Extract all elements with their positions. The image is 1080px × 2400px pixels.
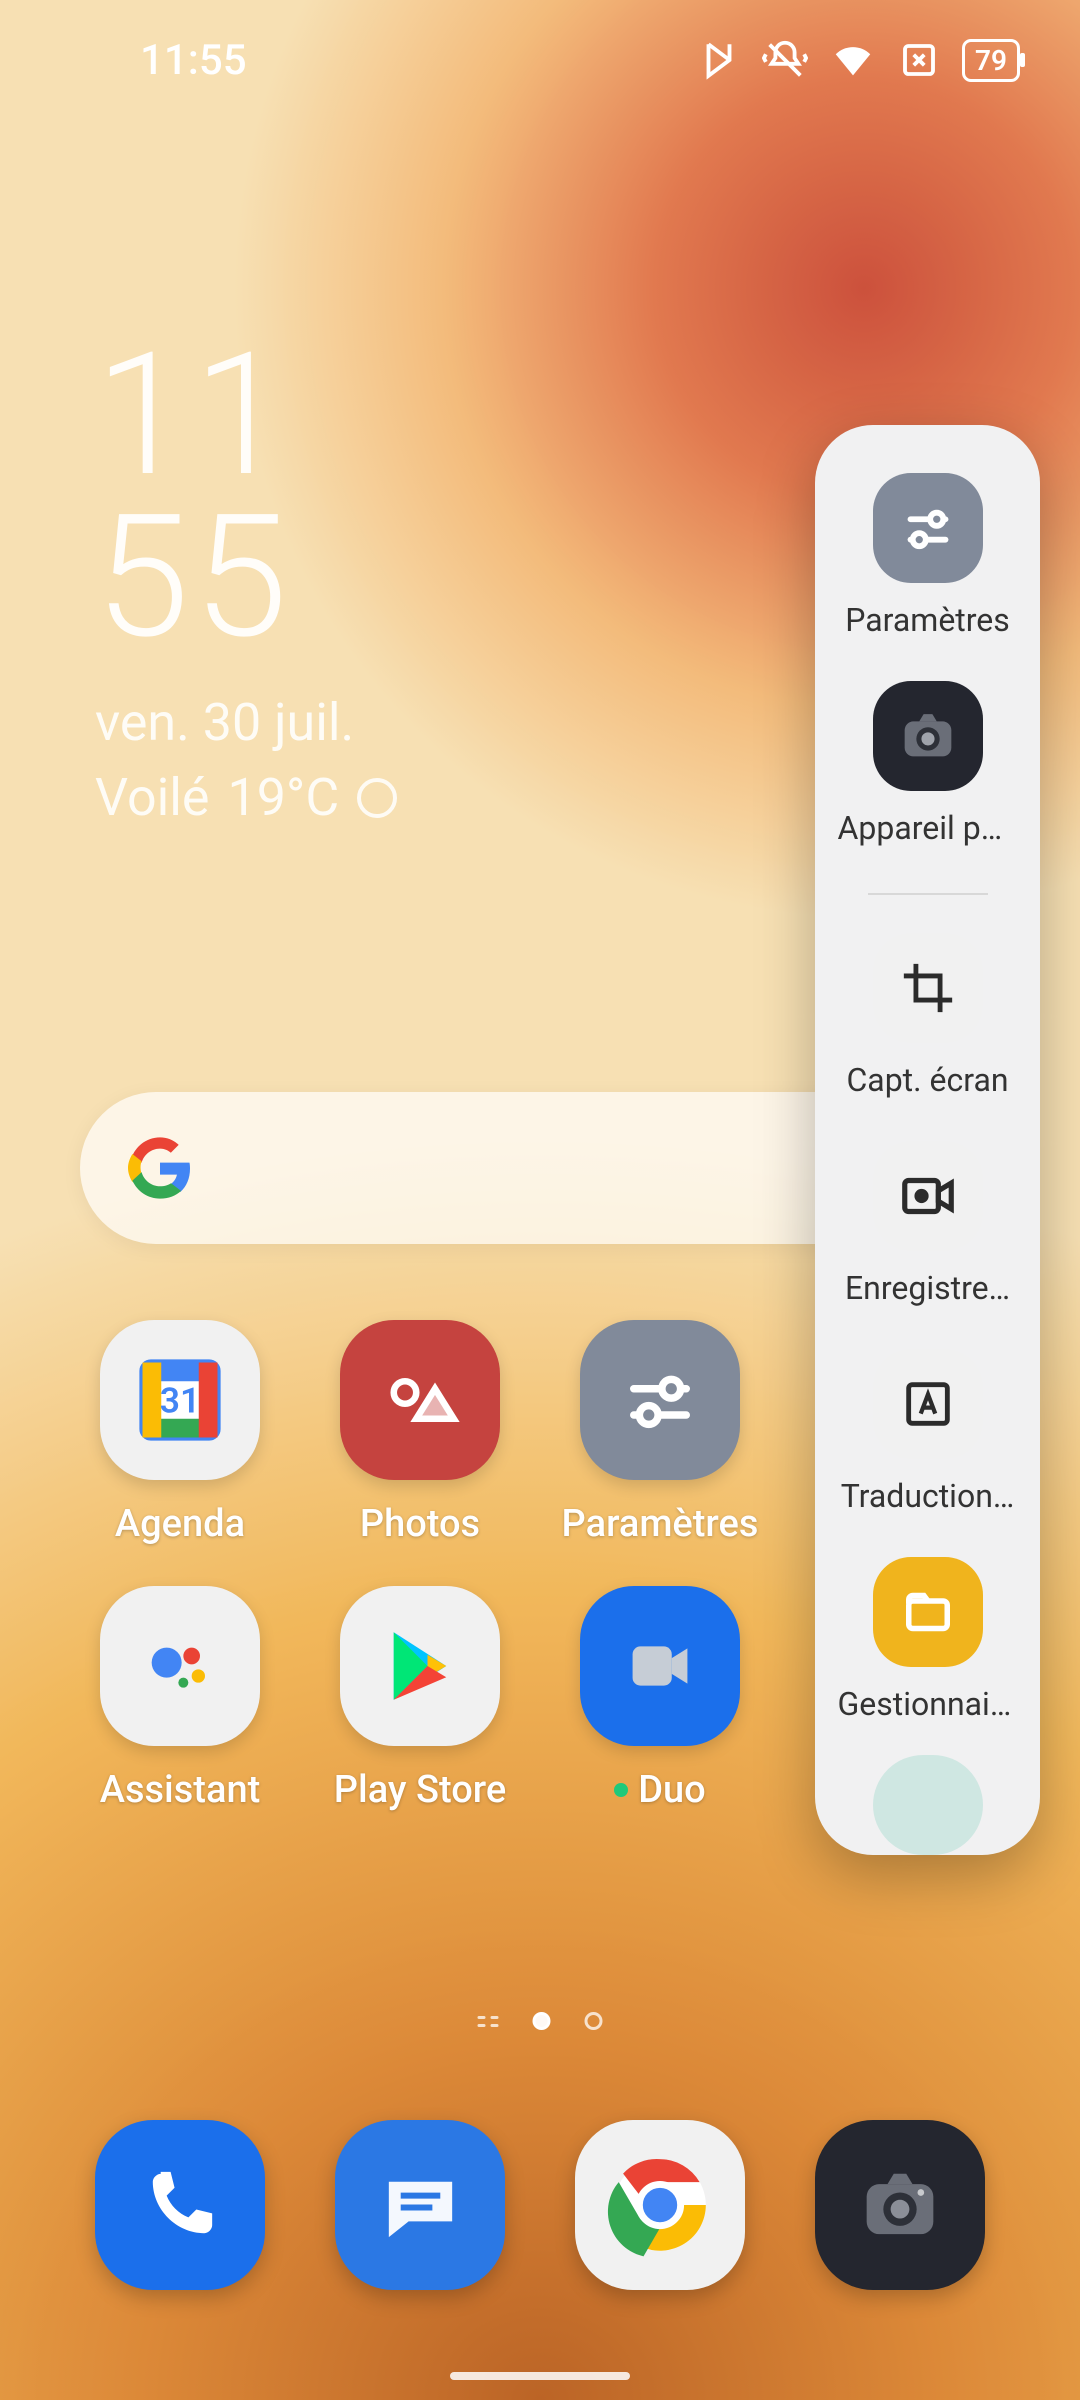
clock-widget[interactable]: 11 55 ven. 30 juil. Voilé 19°C xyxy=(95,335,397,828)
wifi-icon xyxy=(830,37,876,83)
smart-sidebar[interactable]: Paramètres Appareil ph… Capt. écran Enre… xyxy=(815,425,1040,1855)
dock-messages[interactable] xyxy=(300,2120,540,2320)
app-label: Photos xyxy=(360,1502,480,1546)
calendar-icon: 31 xyxy=(100,1320,260,1480)
files-icon xyxy=(873,1557,983,1667)
phone-icon xyxy=(95,2120,265,2290)
photos-icon xyxy=(340,1320,500,1480)
record-icon xyxy=(873,1141,983,1251)
dock-camera[interactable] xyxy=(780,2120,1020,2320)
page-dot[interactable] xyxy=(585,2012,603,2030)
sidebar-item-filemanager[interactable]: Gestionnair… xyxy=(815,1557,1040,1723)
duo-icon xyxy=(580,1586,740,1746)
sidebar-item-label: Appareil ph… xyxy=(838,809,1018,847)
page-dot-active[interactable] xyxy=(533,2012,551,2030)
clock-date: ven. 30 juil. xyxy=(95,692,397,753)
sidebar-item-label: Enregistre… xyxy=(845,1269,1010,1307)
clock-weather[interactable]: Voilé 19°C xyxy=(95,767,397,828)
settings-icon xyxy=(873,473,983,583)
sidebar-item-translation[interactable]: Traduction… xyxy=(815,1349,1040,1515)
dock-phone[interactable] xyxy=(60,2120,300,2320)
sidebar-item-camera[interactable]: Appareil ph… xyxy=(815,681,1040,847)
svg-text:31: 31 xyxy=(160,1380,200,1422)
app-agenda[interactable]: 31 Agenda xyxy=(60,1320,300,1546)
app-settings[interactable]: Paramètres xyxy=(540,1320,780,1546)
crop-icon xyxy=(873,933,983,1043)
camera-icon xyxy=(815,2120,985,2290)
sidebar-item-label: Capt. écran xyxy=(846,1061,1008,1099)
weather-sun-icon xyxy=(357,778,397,818)
clock-hours: 11 xyxy=(95,335,397,497)
sidebar-item-peek[interactable] xyxy=(873,1755,983,1855)
app-label: Assistant xyxy=(100,1768,261,1812)
chrome-icon xyxy=(575,2120,745,2290)
sidebar-item-label: Gestionnair… xyxy=(838,1685,1018,1723)
play-store-icon xyxy=(340,1586,500,1746)
camera-icon xyxy=(873,681,983,791)
app-drawer-indicator-icon[interactable] xyxy=(478,2016,499,2027)
notification-dot-icon xyxy=(614,1783,628,1797)
sidebar-item-label: Traduction… xyxy=(841,1477,1015,1515)
vibrate-icon xyxy=(762,37,808,83)
dock-chrome[interactable] xyxy=(540,2120,780,2320)
translate-icon xyxy=(873,1349,983,1459)
app-duo[interactable]: Duo xyxy=(540,1586,780,1812)
app-photos[interactable]: Photos xyxy=(300,1320,540,1546)
clock-minutes: 55 xyxy=(95,497,397,659)
no-sim-icon xyxy=(898,39,940,81)
messages-icon xyxy=(335,2120,505,2290)
nfc-icon xyxy=(698,39,740,81)
status-icons: 79 xyxy=(698,37,1020,83)
settings-icon xyxy=(580,1320,740,1480)
status-bar: 11:55 79 xyxy=(0,0,1080,120)
app-label: Agenda xyxy=(115,1502,245,1546)
assistant-icon xyxy=(100,1586,260,1746)
status-time: 11:55 xyxy=(140,36,247,85)
sidebar-divider xyxy=(868,893,988,895)
sidebar-item-screenshot[interactable]: Capt. écran xyxy=(815,933,1040,1099)
google-logo-icon xyxy=(128,1136,192,1200)
gesture-bar[interactable] xyxy=(450,2372,630,2380)
app-label: Paramètres xyxy=(562,1502,759,1546)
page-indicator[interactable] xyxy=(478,2012,603,2030)
app-label: Duo xyxy=(614,1768,706,1812)
sidebar-item-screenrecord[interactable]: Enregistre… xyxy=(815,1141,1040,1307)
battery-icon: 79 xyxy=(962,39,1020,82)
app-playstore[interactable]: Play Store xyxy=(300,1586,540,1812)
app-assistant[interactable]: Assistant xyxy=(60,1586,300,1812)
sidebar-item-label: Paramètres xyxy=(845,601,1010,639)
dock xyxy=(0,2120,1080,2320)
app-label: Play Store xyxy=(334,1768,506,1812)
sidebar-item-settings[interactable]: Paramètres xyxy=(815,473,1040,639)
